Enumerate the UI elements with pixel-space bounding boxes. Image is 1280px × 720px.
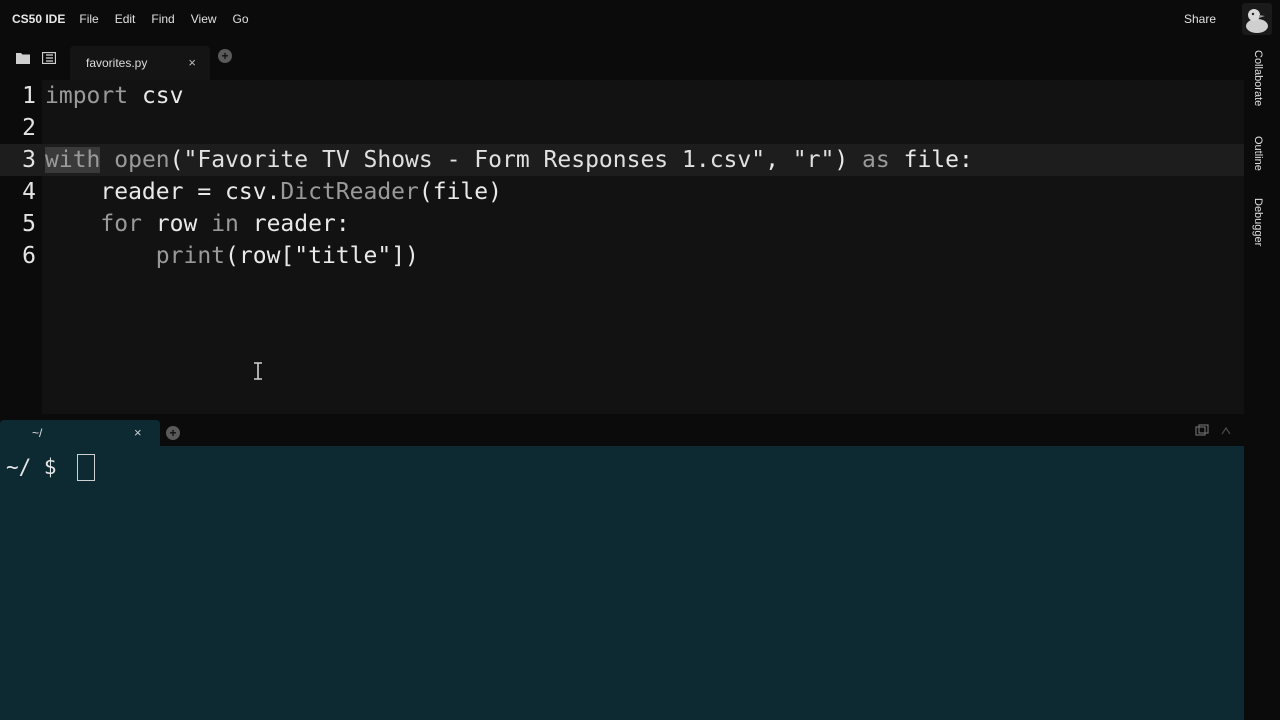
code-token: csv [128,83,184,109]
menu-go[interactable]: Go [233,12,249,26]
line-number: 4 [22,179,36,205]
code-token: file: [889,147,973,173]
code-token: ) [834,147,863,173]
menu-view[interactable]: View [191,12,217,26]
folder-icon[interactable] [16,52,30,64]
menu-file[interactable]: File [79,12,98,26]
code-token: reader = csv. [45,179,281,205]
menu-edit[interactable]: Edit [115,12,136,26]
code-token: with [45,147,101,173]
tab-terminal-home[interactable]: ~/ × [0,420,160,446]
maximize-panel-icon[interactable] [1221,426,1231,435]
code-token: , [765,147,793,173]
terminal-tabbar: ~/ × + [0,414,1244,446]
close-icon[interactable]: × [188,55,196,70]
add-terminal-icon[interactable]: + [166,426,180,440]
line-number: 3 [22,147,36,173]
share-button[interactable]: Share [1184,12,1216,26]
code-line[interactable]: 1 import csv [0,80,1244,112]
line-number: 6 [22,243,36,269]
restore-panel-icon[interactable] [1195,424,1209,436]
code-editor[interactable]: 1 import csv 2 3 with open("Favorite TV Show… [0,80,1244,414]
menu-find[interactable]: Find [151,12,174,26]
line-number: 1 [22,83,36,109]
code-line[interactable]: 5 for row in reader: [0,208,1244,240]
menubar: CS50 IDE File Edit Find View Go Share [0,0,1280,38]
code-token: "r" [792,147,835,173]
close-icon[interactable]: × [134,425,142,440]
code-token: (row["title"]) [225,243,419,269]
terminal-cursor [77,454,95,481]
tab-label: favorites.py [86,56,148,70]
code-token: open [114,147,170,173]
code-token: DictReader [280,179,419,205]
app-brand[interactable]: CS50 IDE [0,12,65,26]
code-token: reader: [238,211,350,237]
code-text: reader = csv.DictReader(file) [45,176,502,208]
code-token: for [100,211,142,237]
tab-label: ~/ [32,426,43,440]
code-text: with open("Favorite TV Shows - Form Resp… [45,144,973,176]
tab-favorites-py[interactable]: favorites.py × [70,46,210,80]
code-token: as [862,147,890,173]
text-cursor-icon [254,362,262,380]
tab-collaborate[interactable]: Collaborate [1252,50,1264,106]
line-number: 2 [22,115,36,141]
code-token: print [155,243,226,269]
right-sidebar: Collaborate Outline Debugger [1244,38,1280,720]
code-token: in [211,211,239,237]
code-token: import [45,83,129,109]
code-token: "Favorite TV Shows - Form Responses 1.cs… [183,147,766,173]
code-line[interactable]: 3 with open("Favorite TV Shows - Form Res… [0,144,1244,176]
code-line[interactable]: 6 print(row["title"]) [0,240,1244,272]
code-token: ( [169,147,184,173]
tab-debugger[interactable]: Debugger [1252,198,1264,246]
code-text: for row in reader: [45,208,350,240]
editor-tabbar: favorites.py × + [0,38,1244,80]
tab-outline[interactable]: Outline [1252,136,1264,171]
code-token: row [141,211,212,237]
code-line[interactable]: 4 reader = csv.DictReader(file) [0,176,1244,208]
terminal-tools [1195,424,1231,436]
file-tree-icon[interactable] [42,52,56,64]
line-number: 5 [22,211,36,237]
code-token: (file) [418,179,502,205]
code-text: print(row["title"]) [45,240,419,272]
add-tab-icon[interactable]: + [218,49,232,63]
duck-avatar-icon[interactable] [1242,3,1272,35]
terminal-prompt: ~/ $ [6,455,57,479]
code-text: import csv [45,80,183,112]
terminal[interactable]: ~/ $ [0,446,1244,720]
code-line[interactable]: 2 [0,112,1244,144]
